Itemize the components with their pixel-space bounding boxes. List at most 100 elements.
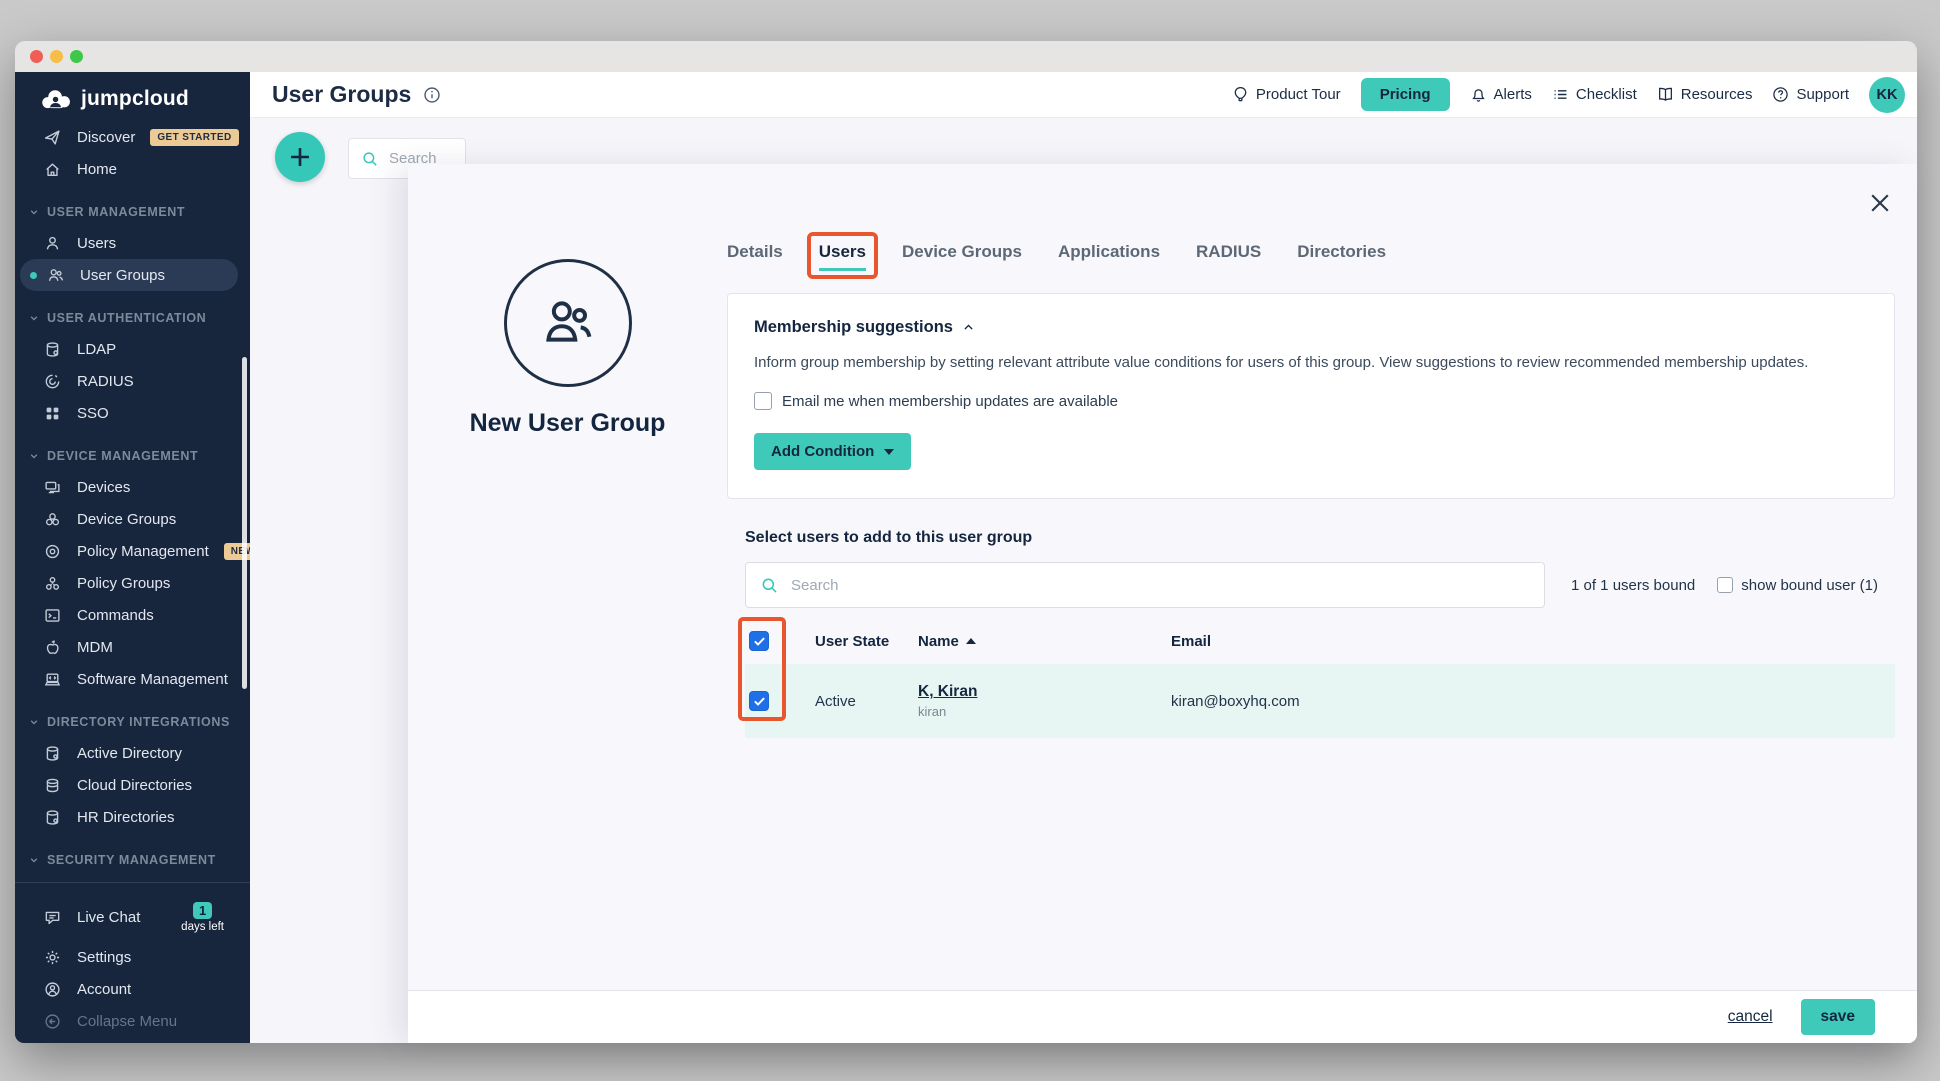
check-icon bbox=[753, 635, 766, 648]
row-checkbox[interactable] bbox=[749, 691, 769, 711]
sidebar-item-device-groups[interactable]: Device Groups bbox=[15, 503, 250, 535]
sidebar-item-label: Collapse Menu bbox=[77, 1013, 177, 1030]
database-icon bbox=[43, 744, 62, 763]
sidebar-item-radius[interactable]: RADIUS bbox=[15, 365, 250, 397]
cloud-database-icon bbox=[43, 776, 62, 795]
new-user-group-panel: New User Group Details Users bbox=[408, 164, 1917, 1043]
checklist-button[interactable]: Checklist bbox=[1552, 86, 1637, 103]
sidebar-item-label: Software Management bbox=[77, 671, 228, 688]
sidebar-item-label: Live Chat bbox=[77, 909, 140, 926]
tab-directories[interactable]: Directories bbox=[1297, 242, 1386, 262]
sidebar-item-account[interactable]: Account bbox=[15, 973, 250, 1005]
chevron-down-icon bbox=[29, 313, 39, 323]
table-row[interactable]: Active K, Kiran kiran kiran@bo bbox=[745, 664, 1895, 738]
select-all-checkbox[interactable] bbox=[749, 631, 769, 651]
paper-plane-icon bbox=[43, 128, 62, 147]
sidebar-item-label: Policy Groups bbox=[77, 575, 170, 592]
sidebar-item-mdm[interactable]: MDM bbox=[15, 631, 250, 663]
sidebar-scrollbar[interactable] bbox=[242, 357, 247, 689]
search-icon bbox=[361, 150, 379, 168]
column-header-name[interactable]: Name bbox=[918, 633, 1171, 650]
window-titlebar bbox=[15, 41, 1917, 72]
email-updates-label: Email me when membership updates are ava… bbox=[782, 393, 1118, 410]
sidebar-item-active-directory[interactable]: Active Directory bbox=[15, 737, 250, 769]
tab-radius[interactable]: RADIUS bbox=[1196, 242, 1261, 262]
group-name: New User Group bbox=[470, 409, 666, 438]
sidebar-item-cloud-directories[interactable]: Cloud Directories bbox=[15, 769, 250, 801]
user-search-input[interactable] bbox=[791, 577, 1530, 594]
sidebar-item-label: Commands bbox=[77, 607, 154, 624]
close-icon[interactable] bbox=[1867, 190, 1893, 216]
sidebar-item-software-management[interactable]: Software Management bbox=[15, 663, 250, 695]
add-condition-button[interactable]: Add Condition bbox=[754, 433, 911, 470]
maximize-window-button[interactable] bbox=[70, 50, 83, 63]
section-security-management[interactable]: SECURITY MANAGEMENT bbox=[15, 845, 250, 875]
sidebar-item-user-groups[interactable]: User Groups bbox=[20, 259, 238, 291]
sidebar-item-live-chat[interactable]: Live Chat 1 days left bbox=[15, 893, 250, 941]
radius-icon bbox=[43, 372, 62, 391]
trial-days-badge: 1 bbox=[193, 902, 212, 919]
alerts-button[interactable]: Alerts bbox=[1470, 86, 1532, 103]
user-name-link[interactable]: K, Kiran bbox=[918, 683, 977, 701]
sidebar-item-ldap[interactable]: LDAP bbox=[15, 333, 250, 365]
minimize-window-button[interactable] bbox=[50, 50, 63, 63]
sidebar-item-hr-directories[interactable]: HR Directories bbox=[15, 801, 250, 833]
section-user-authentication[interactable]: USER AUTHENTICATION bbox=[15, 303, 250, 333]
add-group-button[interactable] bbox=[275, 132, 325, 182]
sidebar-item-sso[interactable]: SSO bbox=[15, 397, 250, 429]
save-button[interactable]: save bbox=[1801, 999, 1875, 1035]
users-table: User State Name Email bbox=[745, 618, 1895, 738]
tab-applications[interactable]: Applications bbox=[1058, 242, 1160, 262]
trial-countdown: 1 days left bbox=[181, 902, 224, 933]
support-button[interactable]: Support bbox=[1772, 86, 1849, 103]
sidebar-item-policy-management[interactable]: Policy Management NEW bbox=[15, 535, 250, 567]
user-avatar[interactable]: KK bbox=[1869, 77, 1905, 113]
section-title: USER AUTHENTICATION bbox=[47, 311, 206, 325]
pricing-button[interactable]: Pricing bbox=[1361, 78, 1450, 111]
cancel-button[interactable]: cancel bbox=[1728, 1008, 1773, 1026]
section-directory-integrations[interactable]: DIRECTORY INTEGRATIONS bbox=[15, 707, 250, 737]
jumpcloud-logo[interactable]: jumpcloud bbox=[15, 72, 250, 121]
section-user-management[interactable]: USER MANAGEMENT bbox=[15, 197, 250, 227]
users-table-header: User State Name Email bbox=[745, 618, 1895, 664]
tab-device-groups[interactable]: Device Groups bbox=[902, 242, 1022, 262]
account-icon bbox=[43, 980, 62, 999]
sidebar: jumpcloud Discover GET STARTED Home US bbox=[15, 72, 250, 1043]
caret-down-icon bbox=[884, 449, 894, 455]
desktop: jumpcloud Discover GET STARTED Home US bbox=[0, 0, 1940, 1081]
user-search-box[interactable] bbox=[745, 562, 1545, 608]
column-header-user-state[interactable]: User State bbox=[815, 633, 918, 650]
sidebar-item-settings[interactable]: Settings bbox=[15, 941, 250, 973]
sidebar-item-policy-groups[interactable]: Policy Groups bbox=[15, 567, 250, 599]
tab-details[interactable]: Details bbox=[727, 242, 783, 262]
sidebar-item-label: Account bbox=[77, 981, 131, 998]
info-icon[interactable] bbox=[423, 86, 441, 104]
sidebar-item-devices[interactable]: Devices bbox=[15, 471, 250, 503]
resources-button[interactable]: Resources bbox=[1657, 86, 1753, 103]
group-detail-column: Details Users Device Groups Applications… bbox=[727, 164, 1917, 990]
select-users-section: Select users to add to this user group 1… bbox=[745, 529, 1895, 738]
check-icon bbox=[753, 695, 766, 708]
membership-suggestions-toggle[interactable]: Membership suggestions bbox=[754, 318, 1868, 337]
email-updates-checkbox[interactable] bbox=[754, 392, 772, 410]
policy-group-icon bbox=[43, 574, 62, 593]
search-icon bbox=[760, 576, 779, 595]
user-group-icon bbox=[46, 266, 65, 285]
chevron-down-icon bbox=[29, 717, 39, 727]
show-bound-user-checkbox[interactable] bbox=[1717, 577, 1733, 593]
chevron-down-icon bbox=[29, 207, 39, 217]
product-tour-button[interactable]: Product Tour bbox=[1232, 86, 1341, 103]
close-window-button[interactable] bbox=[30, 50, 43, 63]
sidebar-item-home[interactable]: Home bbox=[15, 153, 250, 185]
sidebar-item-discover[interactable]: Discover GET STARTED bbox=[15, 121, 250, 153]
sidebar-footer: Live Chat 1 days left Settings Account bbox=[15, 882, 250, 1043]
section-title: DIRECTORY INTEGRATIONS bbox=[47, 715, 230, 729]
sidebar-item-label: Device Groups bbox=[77, 511, 176, 528]
plus-icon bbox=[287, 144, 313, 170]
sidebar-item-collapse-menu[interactable]: Collapse Menu bbox=[15, 1005, 250, 1037]
section-device-management[interactable]: DEVICE MANAGEMENT bbox=[15, 441, 250, 471]
sidebar-item-users[interactable]: Users bbox=[15, 227, 250, 259]
sidebar-item-commands[interactable]: Commands bbox=[15, 599, 250, 631]
column-header-email[interactable]: Email bbox=[1171, 633, 1895, 650]
tab-users[interactable]: Users bbox=[819, 242, 866, 262]
